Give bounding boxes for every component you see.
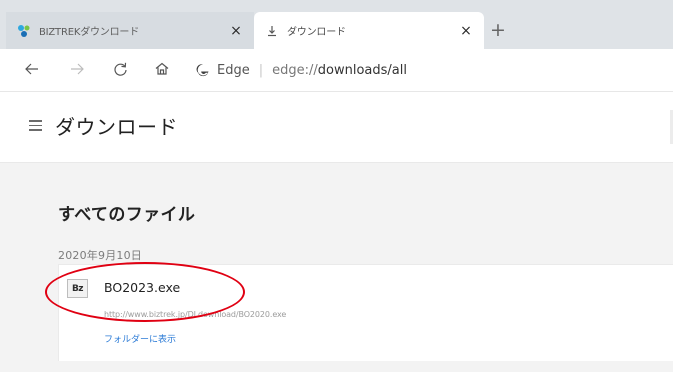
download-item[interactable]: Bz BO2023.exe http://www.biztrek.jp/DLdo… — [58, 264, 673, 361]
site-identity: Edge — [217, 62, 250, 78]
download-icon — [265, 24, 279, 38]
tab-close-icon[interactable]: × — [228, 23, 244, 39]
url-scheme: edge:// — [272, 62, 318, 78]
new-tab-button[interactable]: + — [488, 19, 508, 41]
file-icon: Bz — [67, 279, 88, 298]
section-title: すべてのファイル — [58, 205, 196, 225]
browser-window: BIZTREKダウンロード × ダウンロード × + Edge | edge:/… — [0, 0, 673, 372]
tab-strip: BIZTREKダウンロード × ダウンロード × + — [0, 0, 673, 49]
downloads-content: すべてのファイル 2020年9月10日 Bz BO2023.exe http:/… — [0, 163, 673, 372]
biztrek-favicon-icon — [17, 24, 31, 38]
date-label: 2020年9月10日 — [58, 249, 142, 262]
tab-label: ダウンロード — [287, 27, 346, 38]
home-icon[interactable] — [152, 59, 172, 79]
url-path: downloads/all — [317, 62, 407, 78]
tab-downloads[interactable]: ダウンロード × — [254, 12, 484, 49]
file-url: http://www.biztrek.jp/DLdownload/BO2020.… — [104, 310, 287, 319]
address-separator: | — [258, 62, 264, 78]
browser-toolbar: Edge | edge:// downloads/all — [0, 49, 673, 92]
back-arrow-icon[interactable] — [22, 59, 42, 79]
forward-arrow-icon[interactable] — [67, 59, 87, 79]
page-title: ダウンロード — [55, 115, 178, 139]
address-bar[interactable]: Edge | edge:// downloads/all — [196, 57, 666, 83]
page-header: ダウンロード — [0, 92, 673, 163]
tab-close-icon[interactable]: × — [458, 23, 474, 39]
file-name[interactable]: BO2023.exe — [104, 280, 180, 295]
edge-logo-icon — [196, 63, 210, 77]
hamburger-icon[interactable] — [29, 120, 42, 131]
show-in-folder-link[interactable]: フォルダーに表示 — [104, 332, 176, 345]
tab-label: BIZTREKダウンロード — [39, 27, 139, 38]
refresh-icon[interactable] — [111, 59, 131, 79]
tab-biztrek-download[interactable]: BIZTREKダウンロード × — [6, 12, 254, 49]
